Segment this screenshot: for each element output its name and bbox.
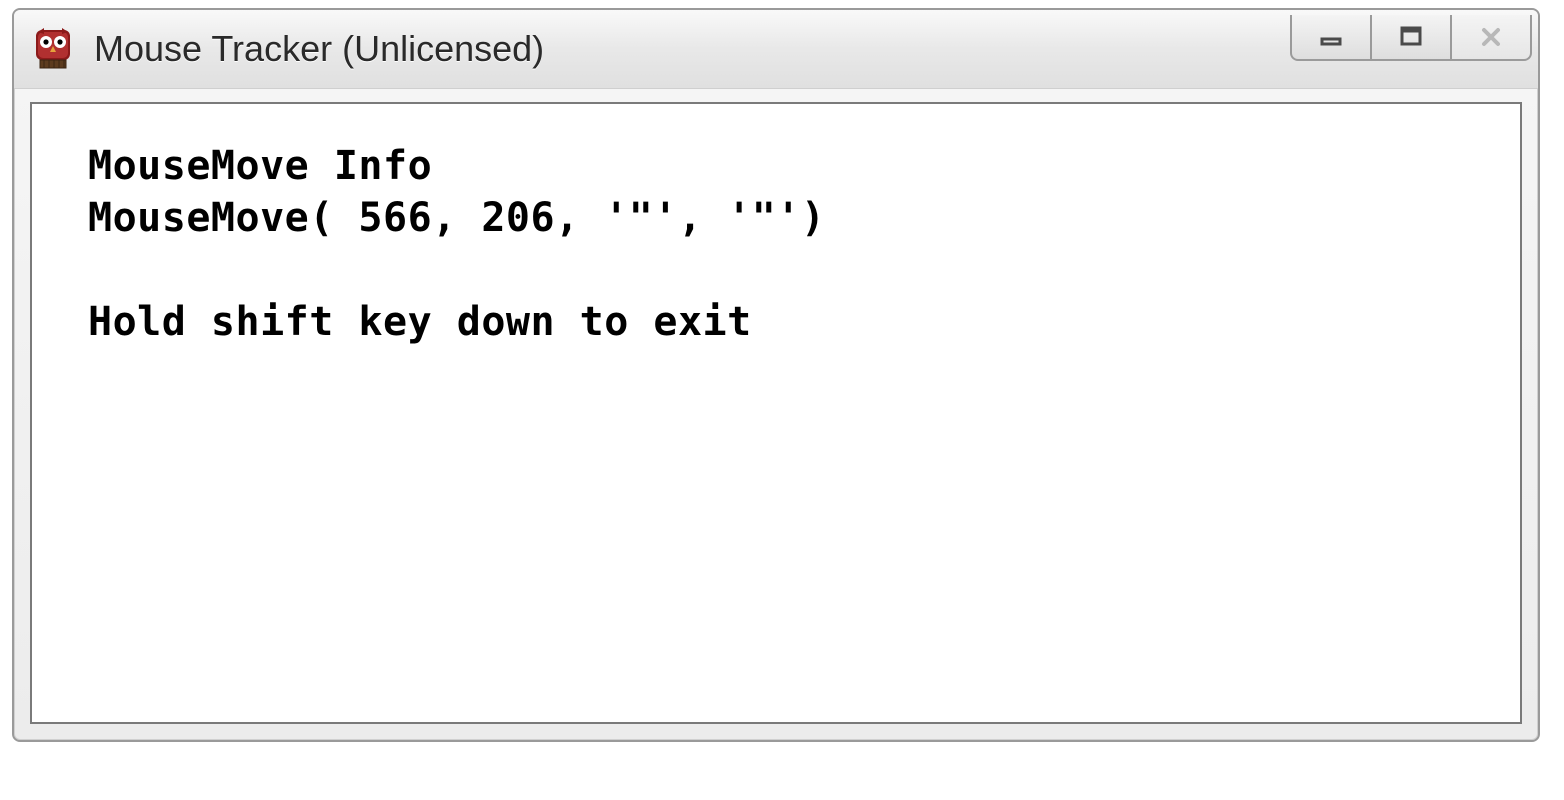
- close-icon: [1477, 23, 1505, 51]
- mousemove-heading: MouseMove Info: [88, 143, 432, 189]
- window-controls: [1290, 15, 1532, 61]
- minimize-button[interactable]: [1290, 15, 1372, 61]
- minimize-icon: [1317, 23, 1345, 51]
- mousemove-call: MouseMove( 566, 206, '"', '"'): [88, 195, 825, 241]
- exit-instruction: Hold shift key down to exit: [88, 299, 752, 345]
- client-area: MouseMove Info MouseMove( 566, 206, '"',…: [30, 102, 1522, 724]
- owl-icon: [30, 26, 76, 72]
- maximize-icon: [1397, 23, 1425, 51]
- maximize-button[interactable]: [1372, 15, 1452, 61]
- close-button: [1452, 15, 1532, 61]
- titlebar[interactable]: Mouse Tracker (Unlicensed): [14, 10, 1538, 89]
- window-title: Mouse Tracker (Unlicensed): [94, 28, 1290, 70]
- output-text: MouseMove Info MouseMove( 566, 206, '"',…: [88, 140, 1464, 348]
- app-window: Mouse Tracker (Unlicensed): [12, 8, 1540, 742]
